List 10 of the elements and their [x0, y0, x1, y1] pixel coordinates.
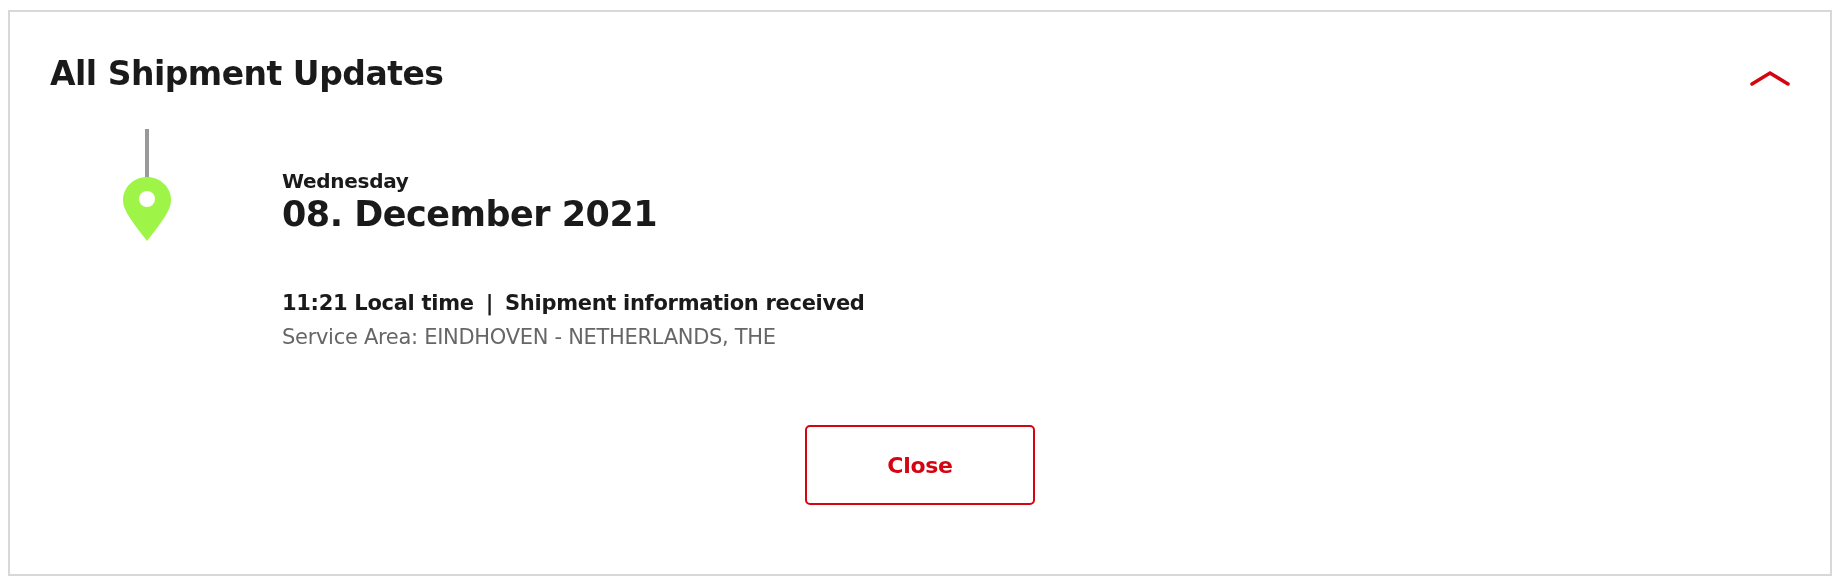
collapse-chevron-icon[interactable] [1750, 68, 1790, 87]
location-pin-icon [123, 177, 171, 241]
panel-title: All Shipment Updates [50, 54, 444, 93]
event-location: Service Area: EINDHOVEN - NETHERLANDS, THE [282, 325, 776, 349]
separator: | [485, 291, 494, 315]
event-time: 11:21 Local time [282, 291, 474, 315]
close-button[interactable]: Close [805, 425, 1035, 505]
event-weekday: Wednesday [282, 169, 409, 193]
event-status: Shipment information received [505, 291, 865, 315]
event-date: 08. December 2021 [282, 193, 658, 235]
